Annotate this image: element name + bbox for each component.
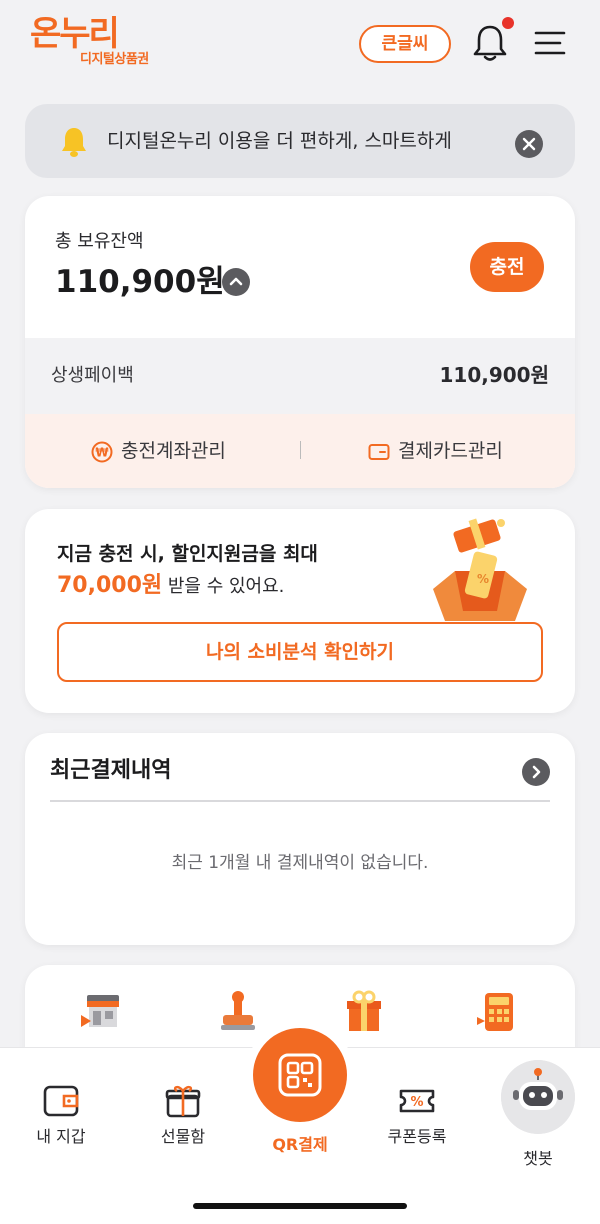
balance-card: 총 보유잔액 110,900원 충전 상생페이백 110,900원 ₩ 충전계좌…	[25, 196, 575, 488]
calculator-icon[interactable]	[473, 987, 523, 1037]
notice-banner[interactable]: 디지털온누리 이용을 더 편하게, 스마트하게	[25, 104, 575, 178]
charge-button[interactable]: 충전	[470, 242, 544, 292]
large-font-button[interactable]: 큰글씨	[359, 25, 451, 63]
spending-analysis-button[interactable]: 나의 소비분석 확인하기	[57, 622, 543, 682]
chevron-up-icon[interactable]	[222, 268, 250, 296]
app-header: 온누리 디지털상품권 큰글씨	[0, 0, 600, 90]
actions-divider	[300, 441, 301, 459]
wallet-icon	[43, 1085, 79, 1117]
bell-icon	[62, 128, 86, 157]
qr-payment-button[interactable]	[253, 1028, 347, 1122]
chevron-right-icon[interactable]	[522, 758, 550, 786]
payback-value: 110,900원	[439, 363, 550, 387]
chatbot-icon[interactable]	[501, 1060, 575, 1134]
gift-box-icon[interactable]	[339, 987, 389, 1037]
promo-headline: 지금 충전 시, 할인지원금을 최대	[57, 543, 318, 565]
tab-wallet-label: 내 지갑	[36, 1127, 86, 1146]
tab-coupon-register[interactable]: % 쿠폰등록	[367, 1048, 467, 1168]
svg-text:%: %	[410, 1095, 423, 1110]
won-coin-icon: ₩	[91, 441, 113, 463]
notice-text: 디지털온누리 이용을 더 편하게, 스마트하게	[107, 130, 452, 152]
svg-text:%: %	[477, 572, 489, 586]
stamp-icon[interactable]	[213, 987, 263, 1037]
empty-history-message: 최근 1개월 내 결제내역이 없습니다.	[171, 853, 429, 873]
wallet-card-icon	[368, 444, 390, 460]
tab-gift-box[interactable]: 선물함	[133, 1048, 233, 1168]
tab-chatbot-label[interactable]: 챗봇	[488, 1148, 588, 1170]
qr-code-icon	[278, 1053, 322, 1097]
onnuri-logo[interactable]: 온누리 디지털상품권	[30, 14, 160, 70]
tab-coupon-register-label: 쿠폰등록	[387, 1127, 447, 1146]
logo-subtitle: 디지털상품권	[80, 52, 149, 67]
promo-amount: 70,000원	[57, 573, 163, 598]
logo-wordmark: 온누리	[30, 14, 120, 54]
tab-wallet[interactable]: 내 지갑	[11, 1048, 111, 1168]
bottom-tab-bar: 내 지갑 선물함 QR결제 % 쿠폰등록 챗봇	[0, 1028, 600, 1224]
payment-card-label: 결제카드관리	[398, 440, 503, 462]
coupon-icon: %	[399, 1089, 435, 1113]
svg-text:₩: ₩	[95, 446, 109, 460]
divider	[50, 800, 550, 802]
notification-badge	[502, 17, 514, 29]
total-balance-label: 총 보유잔액	[55, 231, 144, 252]
gift-icon	[165, 1085, 201, 1118]
payback-label: 상생페이백	[51, 365, 134, 386]
promo-card: 지금 충전 시, 할인지원금을 최대 70,000원 받을 수 있어요. % 나…	[25, 509, 575, 713]
store-icon[interactable]	[77, 987, 127, 1037]
gift-coupon-icon: %	[433, 518, 527, 621]
tab-gift-box-label: 선물함	[160, 1127, 206, 1146]
hamburger-menu-icon[interactable]	[534, 30, 566, 56]
recent-payments-card: 최근결제내역 최근 1개월 내 결제내역이 없습니다.	[25, 733, 575, 945]
balance-actions: ₩ 충전계좌관리 결제카드관리	[25, 414, 575, 488]
tab-qr-payment-label[interactable]: QR결제	[250, 1134, 350, 1156]
charge-account-label: 충전계좌관리	[121, 440, 226, 462]
payback-row: 상생페이백 110,900원	[25, 338, 575, 414]
close-icon[interactable]	[515, 130, 543, 158]
promo-suffix: 받을 수 있어요.	[162, 576, 285, 597]
recent-payments-title: 최근결제내역	[50, 758, 172, 783]
total-balance-amount: 110,900원	[55, 264, 225, 300]
bell-icon[interactable]	[470, 22, 510, 64]
home-indicator	[193, 1203, 407, 1209]
promo-subline: 70,000원 받을 수 있어요.	[57, 571, 284, 602]
